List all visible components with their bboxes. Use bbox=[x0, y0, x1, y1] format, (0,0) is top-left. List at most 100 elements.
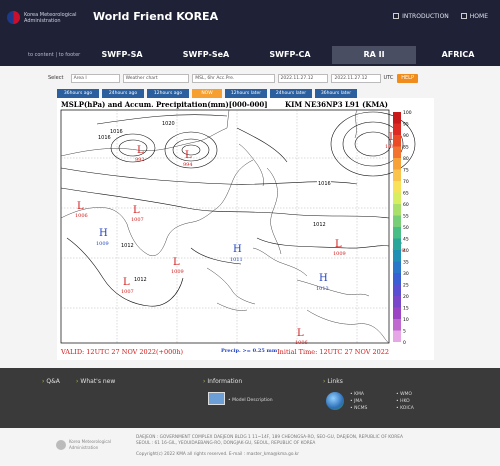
scale-tick-label: 15 bbox=[403, 306, 409, 312]
nav-tab-africa[interactable]: AFRICA bbox=[416, 46, 500, 64]
link-jma[interactable]: • JMA bbox=[350, 399, 362, 404]
36hours-ago-button[interactable]: 36hours ago bbox=[57, 89, 99, 98]
document-icon bbox=[393, 13, 400, 19]
chart-model: KIM NE36NP3 L91 (KMA) bbox=[285, 100, 388, 109]
precip-threshold: Precip. >= 0.25 mm bbox=[221, 348, 278, 354]
scale-color-swatch bbox=[393, 330, 401, 342]
scale-tick-label: 85 bbox=[403, 145, 409, 151]
nav-tab-swfp-ca[interactable]: SWFP-CA bbox=[248, 46, 332, 64]
scale-tick-label: 40 bbox=[403, 248, 409, 254]
org-name-line2: Administration bbox=[24, 17, 61, 24]
low-value: 994 bbox=[183, 162, 193, 168]
low-value: 1007 bbox=[131, 217, 144, 223]
scale-color-swatch bbox=[393, 135, 401, 147]
scale-color-swatch bbox=[393, 204, 401, 216]
low-center: L bbox=[335, 239, 342, 250]
site-title: World Friend KOREA bbox=[93, 10, 219, 23]
org-name-line1: Korea Meteorological bbox=[24, 11, 77, 18]
information-heading: › Information bbox=[203, 378, 243, 385]
footer-copyright: Copyright(c) 2022 KMA all rights reserve… bbox=[136, 452, 300, 457]
home-link[interactable]: HOME bbox=[460, 13, 488, 20]
scale-color-swatch bbox=[393, 296, 401, 308]
low-center: L bbox=[297, 328, 304, 339]
isobar-label: 1016 bbox=[110, 129, 123, 135]
chevron-right-icon: › bbox=[76, 378, 79, 385]
model-description-link[interactable]: • Model Description bbox=[228, 398, 273, 403]
links-heading: › Links bbox=[323, 378, 343, 385]
scale-tick-label: 5 bbox=[403, 329, 406, 335]
time-step-buttons: 36hours ago 24hours ago 12hours ago NOW … bbox=[57, 89, 357, 98]
nav-tab-swfp-sa[interactable]: SWFP-SA bbox=[80, 46, 164, 64]
isobar-label: 1016 bbox=[318, 181, 331, 187]
site-bottom: Korea Meteorological Administration DAEJ… bbox=[0, 428, 500, 466]
link-ncms[interactable]: • NCMS bbox=[350, 406, 367, 411]
product-select[interactable]: MSL, 6hr Acc.Pre. bbox=[192, 73, 275, 83]
qna-link[interactable]: › Q&A bbox=[42, 378, 60, 385]
low-center: L bbox=[173, 257, 180, 268]
low-value: 1006 bbox=[295, 340, 308, 346]
footer-address: DAEJEON : GOVERNMENT COMPLEX DAEJEON BLD… bbox=[136, 435, 403, 446]
scale-tick-label: 70 bbox=[403, 179, 409, 185]
date-from-select[interactable]: 2022.11.27.12 bbox=[277, 73, 329, 83]
select-label: Select bbox=[48, 75, 64, 81]
scale-color-swatch bbox=[393, 273, 401, 285]
scale-tick-label: 35 bbox=[403, 260, 409, 266]
low-center: L bbox=[123, 277, 130, 288]
date-to-select[interactable]: 2022.11.27.12 bbox=[331, 73, 381, 83]
skip-to-content-link[interactable]: to content bbox=[28, 52, 54, 58]
scale-color-swatch bbox=[393, 146, 401, 158]
36hours-later-button[interactable]: 36hours later bbox=[315, 89, 357, 98]
monitor-icon bbox=[208, 392, 225, 405]
isobar-label: 1012 bbox=[134, 277, 147, 283]
globe-icon bbox=[326, 392, 344, 410]
chart-controls: Select Area I Weather chart MSL, 6hr Acc… bbox=[48, 72, 418, 84]
scale-tick-label: 25 bbox=[403, 283, 409, 289]
scale-color-swatch bbox=[393, 158, 401, 170]
scale-color-swatch bbox=[393, 250, 401, 262]
isobar-label: 1020 bbox=[162, 121, 175, 127]
high-center: H bbox=[233, 244, 242, 255]
nav-tab-ra-ii[interactable]: RA II bbox=[332, 46, 416, 64]
low-center: L bbox=[137, 145, 144, 156]
skip-to-footer-link[interactable]: to footer bbox=[59, 52, 81, 58]
24hours-ago-button[interactable]: 24hours ago bbox=[102, 89, 144, 98]
scale-color-swatch bbox=[393, 123, 401, 135]
scale-tick-label: 75 bbox=[403, 168, 409, 174]
link-koica[interactable]: • KOICA bbox=[396, 406, 414, 411]
isobar-label: 1012 bbox=[313, 222, 326, 228]
skip-links: to content | to footer bbox=[28, 52, 81, 58]
12hours-ago-button[interactable]: 12hours ago bbox=[147, 89, 189, 98]
high-value: 1009 bbox=[96, 241, 109, 247]
footer-org: Korea Meteorological Administration bbox=[69, 439, 111, 450]
scale-tick-label: 90 bbox=[403, 133, 409, 139]
whats-new-link[interactable]: › What's new bbox=[76, 378, 115, 385]
area-select[interactable]: Area I bbox=[70, 73, 120, 83]
low-center: L bbox=[185, 150, 192, 161]
precip-color-scale: 1009590858075706560555045403530252015105… bbox=[393, 110, 412, 346]
kma-footer-emblem-icon bbox=[56, 440, 66, 450]
scale-color-swatch bbox=[393, 181, 401, 193]
link-hko[interactable]: • HKO bbox=[396, 399, 410, 404]
scale-tick-label: 80 bbox=[403, 156, 409, 162]
chart-select[interactable]: Weather chart bbox=[122, 73, 190, 83]
introduction-link[interactable]: INTRODUCTION bbox=[393, 13, 449, 20]
scale-tick-label: 65 bbox=[403, 191, 409, 197]
scale-color-swatch bbox=[393, 215, 401, 227]
scale-color-swatch bbox=[393, 284, 401, 296]
nav-tab-swfp-sea[interactable]: SWFP-SeA bbox=[164, 46, 248, 64]
chart-title: MSLP(hPa) and Accum. Precipitation(mm)[0… bbox=[61, 100, 268, 109]
isobar-label: 1016 bbox=[98, 135, 111, 141]
kma-logo[interactable]: Korea Meteorological Administration bbox=[7, 11, 84, 24]
link-kma[interactable]: • KMA bbox=[350, 392, 364, 397]
scale-color-swatch bbox=[393, 227, 401, 239]
help-button[interactable]: HELP bbox=[397, 73, 418, 83]
low-value: 1007 bbox=[121, 289, 134, 295]
scale-tick-label: 55 bbox=[403, 214, 409, 220]
link-wmo[interactable]: • WMO bbox=[396, 392, 412, 397]
now-button[interactable]: NOW bbox=[192, 89, 222, 98]
scale-tick-label: 30 bbox=[403, 271, 409, 277]
chevron-right-icon: › bbox=[42, 378, 45, 385]
low-center: L bbox=[133, 205, 140, 216]
24hours-later-button[interactable]: 24hours later bbox=[270, 89, 312, 98]
12hours-later-button[interactable]: 12hours later bbox=[225, 89, 267, 98]
